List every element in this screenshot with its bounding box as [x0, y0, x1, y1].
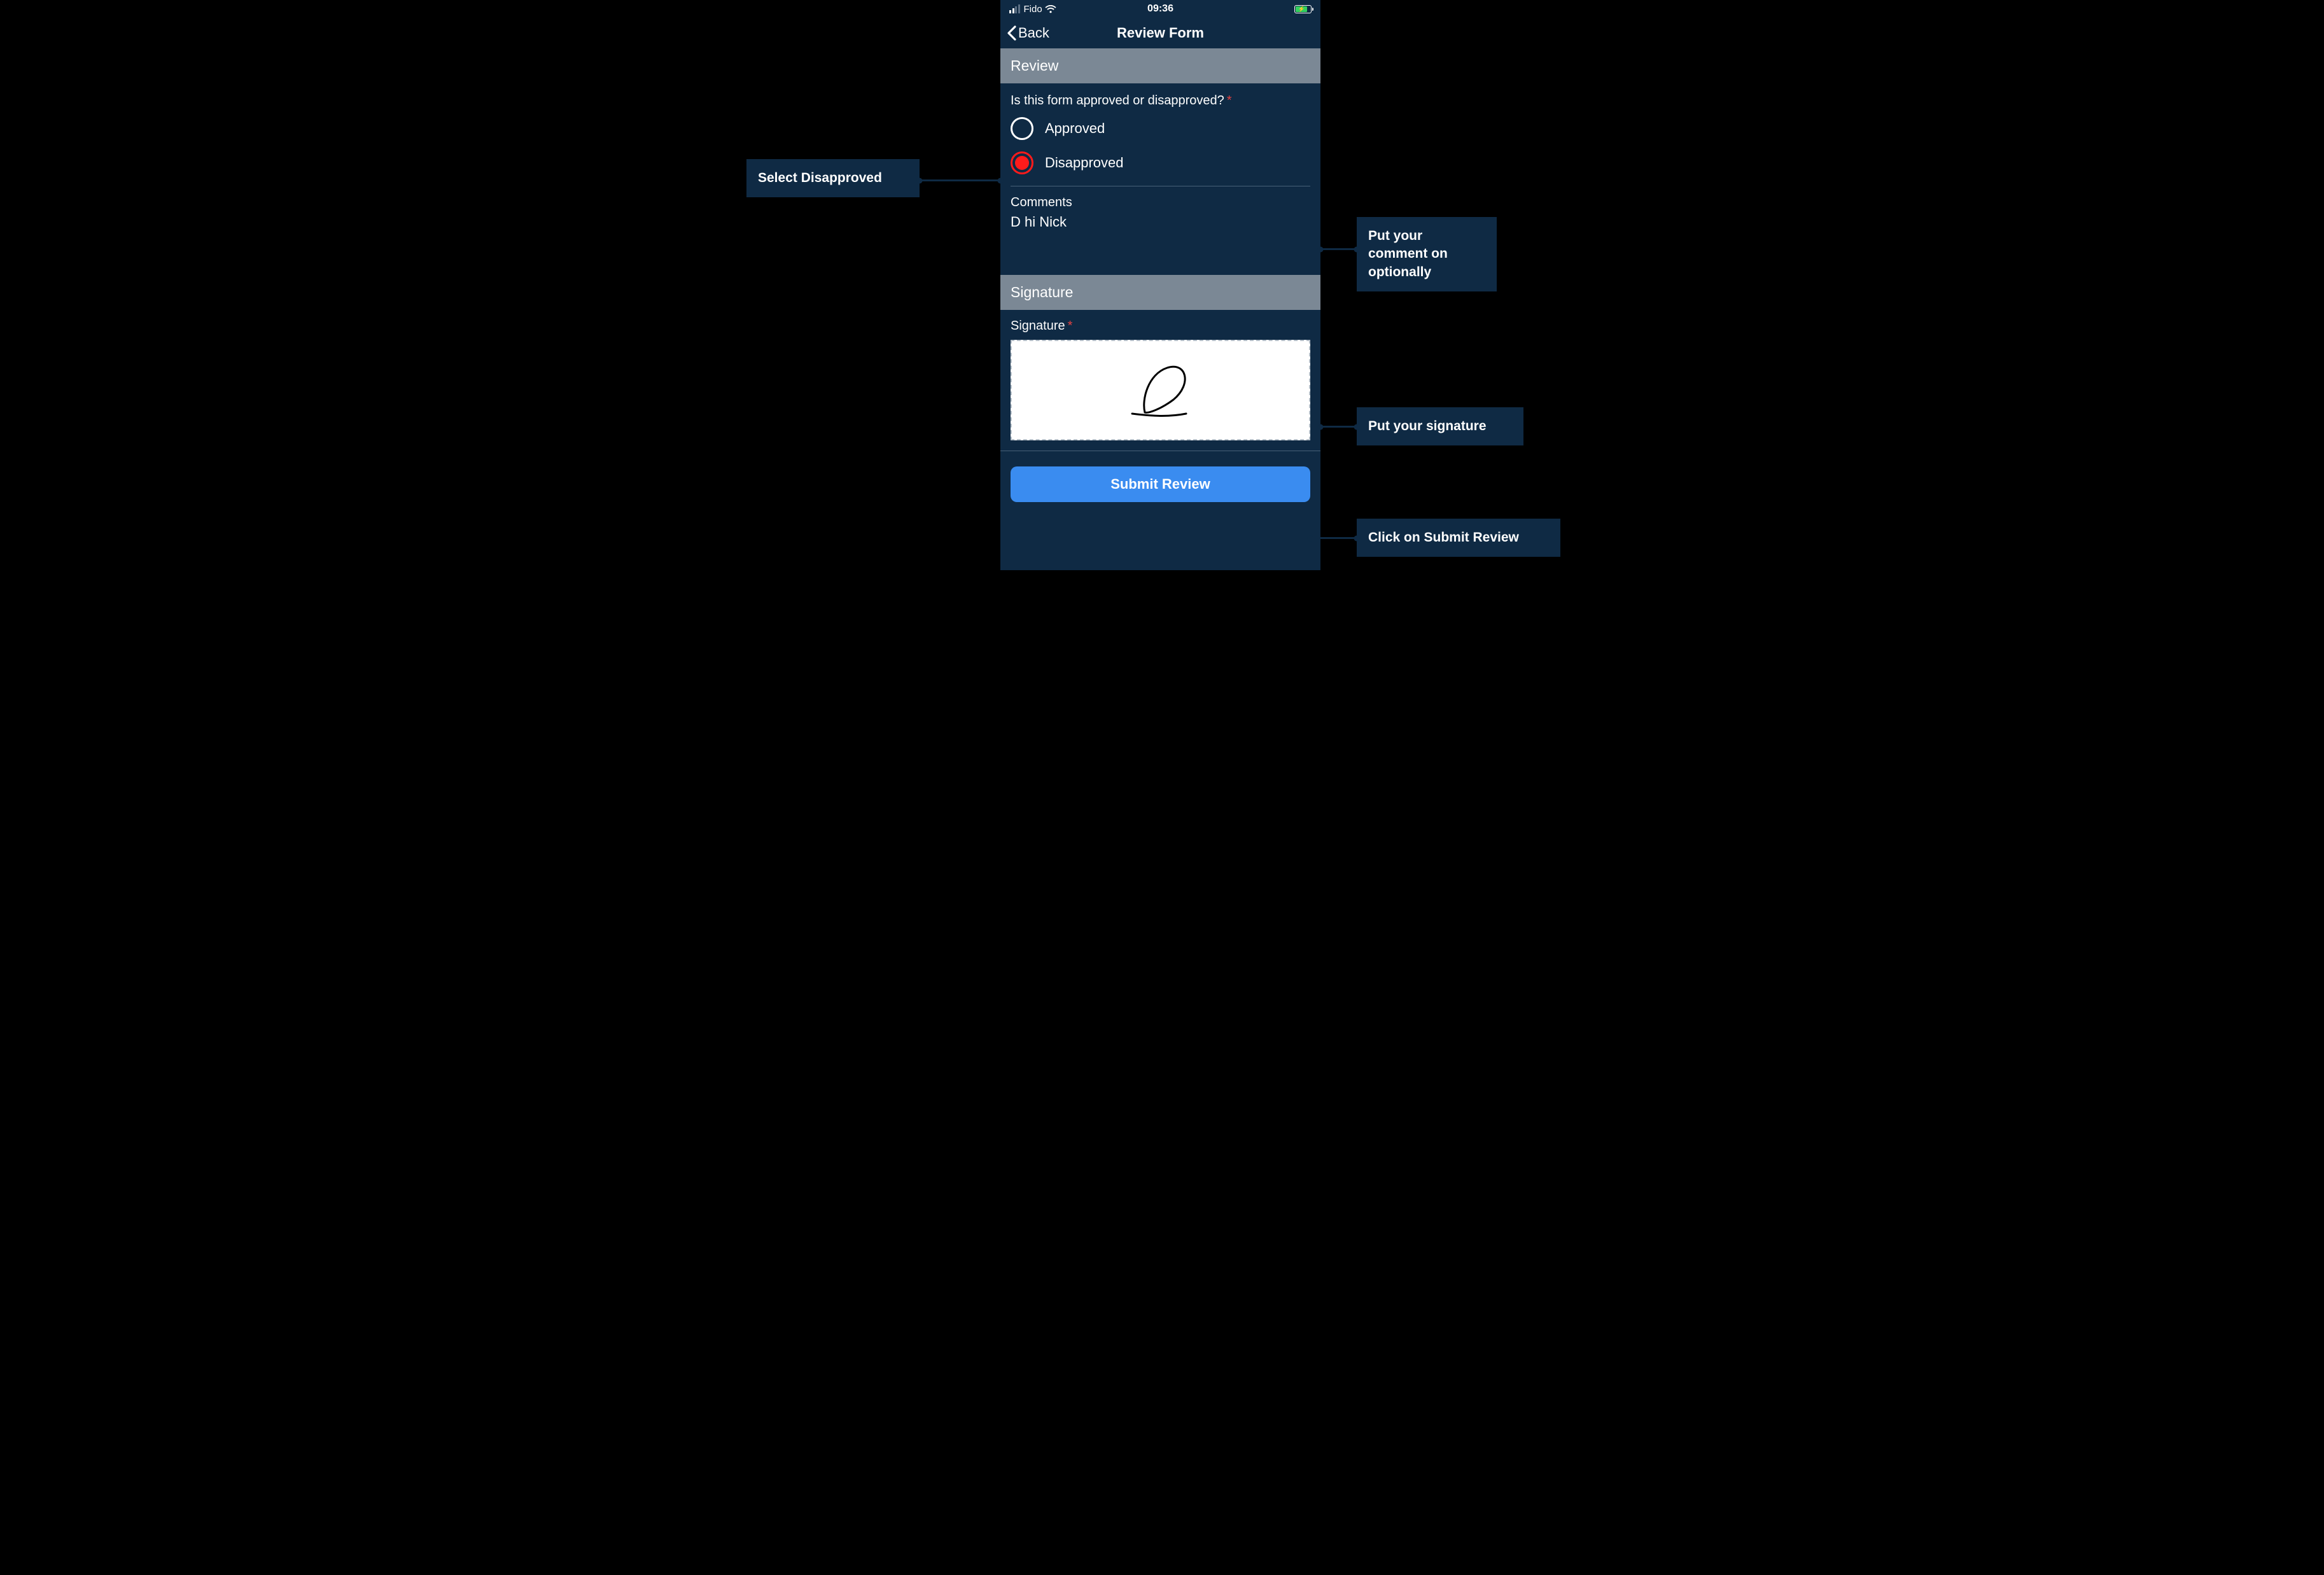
submit-review-button[interactable]: Submit Review — [1011, 466, 1310, 502]
signature-body: Signature* — [1000, 310, 1320, 451]
callout-dot-icon — [1354, 535, 1360, 541]
nav-bar: Back Review Form — [1000, 18, 1320, 48]
section-header-review: Review — [1000, 48, 1320, 83]
required-asterisk-icon: * — [1068, 319, 1073, 333]
chevron-left-icon — [1007, 25, 1017, 41]
status-right: ⚡ — [1294, 5, 1312, 13]
comments-input[interactable]: D hi Nick — [1011, 214, 1310, 262]
callout-dot-icon — [1308, 535, 1313, 541]
approval-question-text: Is this form approved or disapproved? — [1011, 94, 1224, 108]
signature-label: Signature* — [1011, 319, 1310, 333]
signature-pad[interactable] — [1011, 340, 1310, 440]
callout-connector — [920, 179, 1000, 181]
review-form-body: Is this form approved or disapproved?* A… — [1000, 83, 1320, 275]
page-title: Review Form — [1117, 25, 1204, 41]
radio-option-approved[interactable]: Approved — [1011, 117, 1310, 140]
submit-label: Submit Review — [1110, 476, 1210, 493]
carrier-label: Fido — [1024, 4, 1042, 15]
callout-click-submit: Click on Submit Review — [1357, 519, 1560, 557]
callout-dot-icon — [1318, 246, 1324, 252]
callout-dot-icon — [998, 178, 1004, 183]
back-label: Back — [1018, 25, 1049, 41]
signature-stroke-icon — [1097, 355, 1224, 425]
status-time: 09:36 — [1147, 3, 1173, 15]
radio-label-approved: Approved — [1045, 120, 1105, 137]
radio-icon — [1011, 117, 1033, 140]
signature-label-text: Signature — [1011, 319, 1065, 333]
back-button[interactable]: Back — [1007, 25, 1049, 41]
callout-connector — [1320, 248, 1357, 250]
radio-option-disapproved[interactable]: Disapproved — [1011, 151, 1310, 174]
status-left: Fido — [1009, 4, 1056, 15]
section-header-signature: Signature — [1000, 275, 1320, 310]
callout-put-signature: Put your signature — [1357, 407, 1523, 445]
charging-bolt-icon: ⚡ — [1298, 6, 1305, 12]
callout-connector — [1320, 426, 1357, 428]
cellular-signal-icon — [1009, 4, 1020, 13]
status-bar: Fido 09:36 ⚡ — [1000, 0, 1320, 18]
callout-dot-icon — [1318, 424, 1324, 430]
radio-label-disapproved: Disapproved — [1045, 155, 1124, 171]
submit-area: Submit Review — [1000, 451, 1320, 517]
comments-label: Comments — [1011, 195, 1310, 210]
callout-dot-icon — [1354, 246, 1360, 252]
callout-dot-icon — [1354, 424, 1360, 430]
required-asterisk-icon: * — [1227, 94, 1232, 108]
radio-icon-selected — [1011, 151, 1033, 174]
phone-frame: Fido 09:36 ⚡ Back R — [1000, 0, 1320, 570]
approval-question: Is this form approved or disapproved?* — [1011, 94, 1310, 108]
battery-icon: ⚡ — [1294, 5, 1312, 13]
callout-dot-icon — [917, 178, 923, 183]
wifi-icon — [1045, 5, 1056, 13]
callout-put-comment: Put your comment on optionally — [1357, 217, 1497, 291]
callout-connector — [1310, 537, 1357, 539]
callout-select-disapproved: Select Disapproved — [746, 159, 920, 197]
